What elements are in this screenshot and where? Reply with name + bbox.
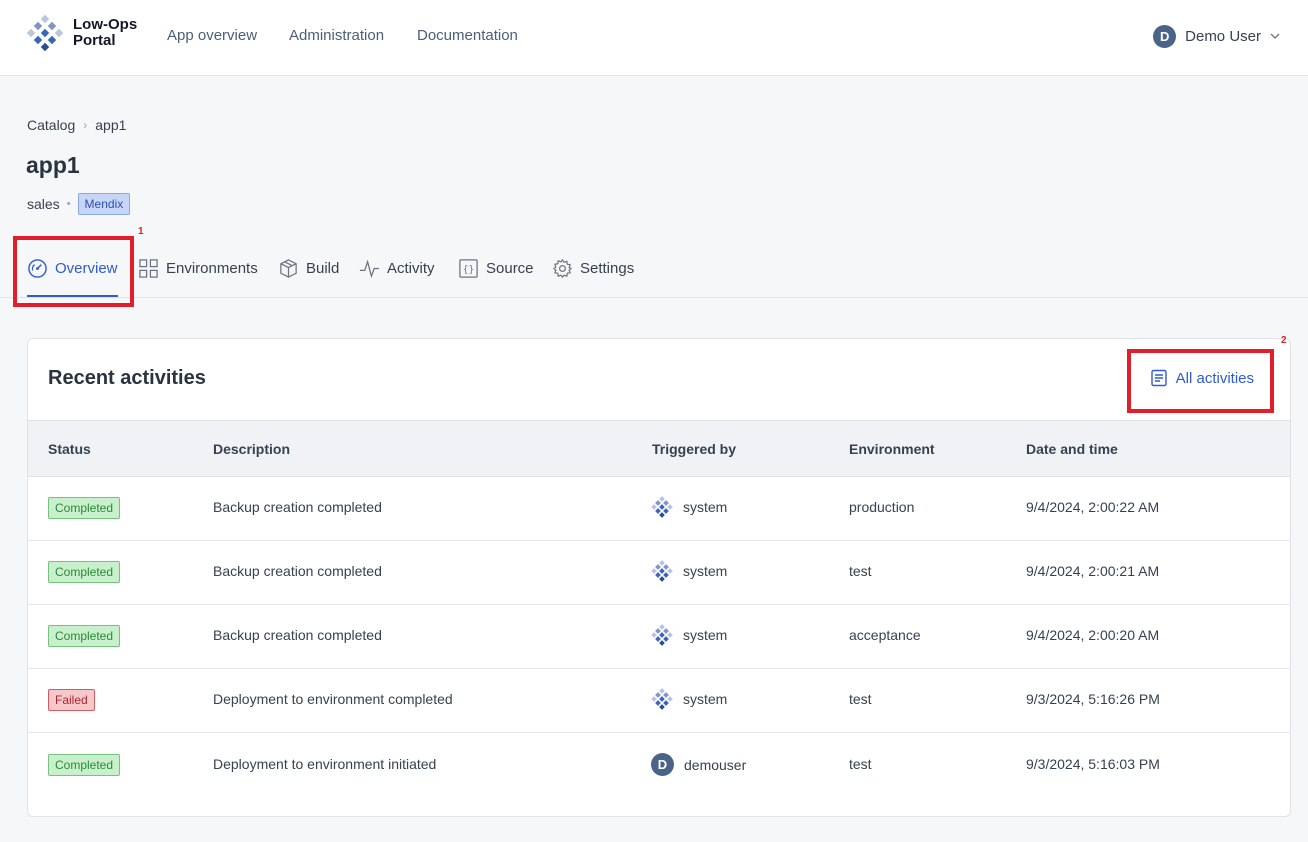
status-badge: Completed bbox=[48, 497, 121, 519]
tab-label: Settings bbox=[580, 259, 635, 277]
user-avatar: D bbox=[1153, 24, 1177, 48]
row-environment: production bbox=[849, 499, 915, 515]
tab-settings[interactable]: Settings bbox=[552, 256, 634, 280]
tab-activity[interactable]: Activity bbox=[359, 256, 435, 280]
row-triggered-by: system bbox=[651, 688, 727, 710]
table-row[interactable]: Completed Backup creation completed syst… bbox=[28, 541, 1290, 605]
tab-bar: Overview Environments Build Activity {} … bbox=[0, 240, 1308, 298]
row-triggered-by: D demouser bbox=[651, 753, 746, 776]
team-label: sales bbox=[27, 196, 60, 212]
card-title: Recent activities bbox=[48, 367, 206, 389]
row-description: Backup creation completed bbox=[213, 499, 382, 515]
portal-logo-icon[interactable] bbox=[26, 14, 64, 54]
row-environment: acceptance bbox=[849, 627, 921, 643]
meta-separator: • bbox=[66, 198, 71, 210]
row-environment: test bbox=[849, 691, 872, 707]
tab-environments[interactable]: Environments bbox=[138, 256, 258, 280]
row-description: Deployment to environment initiated bbox=[213, 756, 437, 772]
col-triggered-by: Triggered by bbox=[652, 441, 737, 457]
row-environment: test bbox=[849, 756, 872, 772]
user-name: Demo User bbox=[1185, 27, 1261, 45]
gear-icon bbox=[552, 258, 573, 278]
tab-build[interactable]: Build bbox=[278, 256, 339, 280]
col-description: Description bbox=[213, 441, 291, 457]
user-avatar: D bbox=[651, 753, 674, 776]
row-datetime: 9/3/2024, 5:16:03 PM bbox=[1026, 756, 1160, 772]
svg-text:{}: {} bbox=[463, 264, 474, 275]
activity-pulse-icon bbox=[359, 259, 380, 278]
nav-administration[interactable]: Administration bbox=[289, 27, 384, 44]
top-navigation-bar: Low-Ops Portal App overview Administrati… bbox=[0, 0, 1308, 76]
row-triggered-by: system bbox=[651, 496, 727, 518]
system-logo-icon bbox=[651, 688, 673, 710]
col-environment: Environment bbox=[849, 441, 935, 457]
annotation-number-1: 1 bbox=[138, 226, 144, 237]
grid-icon bbox=[139, 258, 158, 278]
row-datetime: 9/3/2024, 5:16:26 PM bbox=[1026, 691, 1160, 707]
col-status: Status bbox=[48, 441, 91, 457]
breadcrumb-catalog[interactable]: Catalog bbox=[27, 117, 75, 133]
table-row[interactable]: Completed Deployment to environment init… bbox=[28, 733, 1290, 797]
trigger-name: system bbox=[683, 691, 728, 707]
brand-line-2: Portal bbox=[73, 32, 116, 49]
nav-app-overview[interactable]: App overview bbox=[167, 27, 257, 44]
tab-label: Activity bbox=[387, 259, 435, 277]
row-triggered-by: system bbox=[651, 560, 727, 582]
system-logo-icon bbox=[651, 496, 673, 518]
chevron-down-icon bbox=[1270, 33, 1280, 39]
code-braces-icon: {} bbox=[459, 258, 478, 278]
breadcrumb-current: app1 bbox=[95, 117, 127, 133]
row-environment: test bbox=[849, 563, 872, 579]
tab-label: Build bbox=[306, 259, 340, 277]
table-header: Status Description Triggered by Environm… bbox=[28, 420, 1290, 477]
status-badge: Completed bbox=[48, 625, 121, 647]
recent-activities-card: Recent activities All activities Status … bbox=[27, 338, 1291, 817]
tab-source[interactable]: {} Source bbox=[458, 256, 534, 280]
table-row[interactable]: Failed Deployment to environment complet… bbox=[28, 669, 1290, 733]
brand-name[interactable]: Low-Ops Portal bbox=[73, 17, 137, 49]
status-badge: Completed bbox=[48, 754, 121, 776]
nav-documentation[interactable]: Documentation bbox=[417, 27, 518, 44]
row-triggered-by: system bbox=[651, 624, 727, 646]
row-datetime: 9/4/2024, 2:00:20 AM bbox=[1026, 627, 1160, 643]
tab-label: Environments bbox=[166, 259, 258, 277]
status-badge: Completed bbox=[48, 561, 121, 583]
package-box-icon bbox=[280, 258, 297, 278]
page-title: app1 bbox=[26, 152, 80, 178]
row-description: Backup creation completed bbox=[213, 627, 382, 643]
trigger-name: demouser bbox=[684, 756, 747, 773]
col-date-time: Date and time bbox=[1026, 441, 1118, 457]
row-description: Backup creation completed bbox=[213, 563, 382, 579]
row-datetime: 9/4/2024, 2:00:22 AM bbox=[1026, 499, 1160, 515]
user-menu[interactable]: D Demo User bbox=[1153, 24, 1280, 48]
tech-badge: Mendix bbox=[77, 193, 131, 215]
annotation-number-2: 2 bbox=[1281, 335, 1287, 346]
system-logo-icon bbox=[651, 624, 673, 646]
trigger-name: system bbox=[683, 499, 728, 515]
trigger-name: system bbox=[683, 627, 728, 643]
brand-line-1: Low-Ops bbox=[73, 16, 138, 33]
table-row[interactable]: Completed Backup creation completed syst… bbox=[28, 477, 1290, 541]
app-meta: sales • Mendix bbox=[27, 193, 131, 215]
row-datetime: 9/4/2024, 2:00:21 AM bbox=[1026, 563, 1160, 579]
row-description: Deployment to environment completed bbox=[213, 691, 453, 707]
breadcrumb-separator: › bbox=[83, 118, 88, 132]
trigger-name: system bbox=[683, 563, 728, 579]
status-badge: Failed bbox=[48, 689, 95, 711]
breadcrumb: Catalog › app1 bbox=[27, 117, 126, 133]
tab-label: Source bbox=[486, 259, 534, 277]
table-row[interactable]: Completed Backup creation completed syst… bbox=[28, 605, 1290, 669]
system-logo-icon bbox=[651, 560, 673, 582]
annotation-box-1 bbox=[13, 236, 134, 307]
annotation-box-2 bbox=[1127, 349, 1274, 413]
